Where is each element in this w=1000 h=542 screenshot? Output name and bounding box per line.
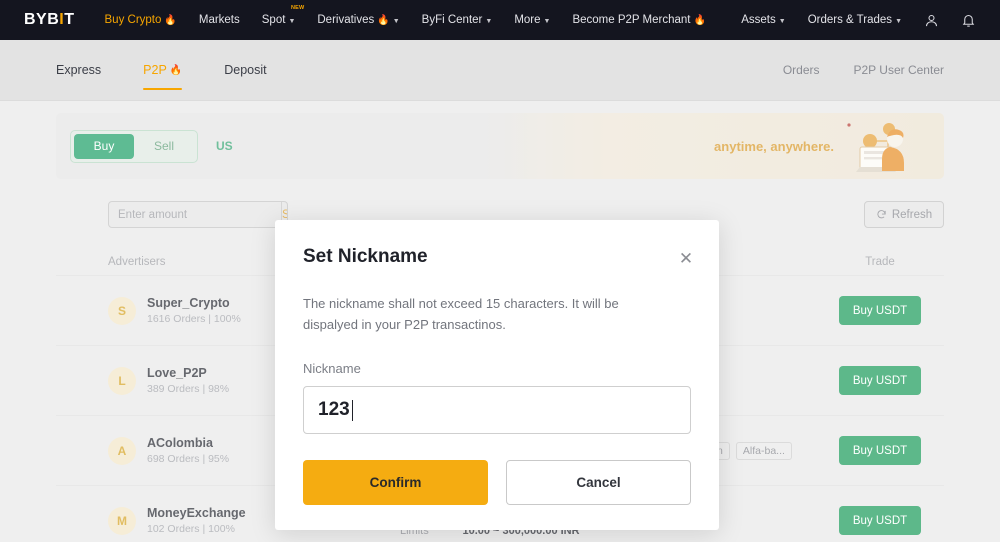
- nav-item-assets[interactable]: Assets ▼: [741, 14, 785, 26]
- nav-item-label: Orders & Trades: [807, 14, 893, 26]
- dialog-description: The nickname shall not exceed 15 charact…: [303, 296, 619, 332]
- nav-item-label: Become P2P Merchant: [572, 14, 691, 26]
- close-icon[interactable]: ✕: [677, 250, 695, 268]
- subnav-link-p2p-user-center[interactable]: P2P User Center: [854, 63, 945, 77]
- nav-item-label: Spot: [261, 14, 286, 26]
- sub-navigation-bar: Express P2P 🔥 Deposit Orders P2P User Center: [0, 40, 1000, 101]
- chevron-down-icon: ▼: [778, 17, 786, 25]
- user-icon[interactable]: [924, 13, 939, 28]
- nickname-input[interactable]: 123: [303, 386, 691, 435]
- subnav-item-label: Express: [56, 63, 102, 77]
- chevron-down-icon: ▼: [392, 17, 400, 25]
- nav-item-more[interactable]: More ▼: [514, 14, 550, 26]
- subnav-link-orders[interactable]: Orders: [783, 63, 820, 77]
- chevron-down-icon: ▼: [288, 17, 296, 25]
- page-root: BYB I T Buy Crypto 🔥 Markets Spot ▼ NEW Derivati…: [0, 0, 1000, 542]
- nav-item-byfi-center[interactable]: ByFi Center ▼: [422, 14, 493, 26]
- dialog-actions: Confirm Cancel: [303, 460, 691, 506]
- cancel-button[interactable]: Cancel: [505, 460, 691, 506]
- sub-nav-items: Express P2P 🔥 Deposit: [56, 40, 267, 100]
- nav-item-label: ByFi Center: [421, 14, 483, 26]
- top-nav-items: Buy Crypto 🔥 Markets Spot ▼ NEW Derivatives 🔥 ▼ B…: [105, 5, 706, 26]
- nav-item-label: Assets: [741, 14, 776, 26]
- nav-item-spot[interactable]: Spot ▼ NEW: [261, 5, 304, 26]
- new-badge: NEW: [290, 5, 305, 11]
- flame-icon: 🔥: [169, 64, 183, 76]
- set-nickname-dialog: Set Nickname ✕ The nickname shall not ex…: [275, 220, 719, 530]
- bybit-logo[interactable]: BYB I T: [24, 11, 75, 29]
- nickname-label: Nickname: [303, 361, 361, 377]
- flame-icon: 🔥: [693, 14, 706, 26]
- dialog-title: Set Nickname: [303, 246, 428, 267]
- subnav-item-label: Deposit: [224, 63, 267, 77]
- subnav-item-p2p[interactable]: P2P 🔥: [143, 40, 183, 100]
- subnav-item-label: P2P: [143, 63, 167, 77]
- confirm-button[interactable]: Confirm: [303, 460, 488, 506]
- page-content: Buy Sell US anytime, anywhere. Enter amo…: [0, 101, 1000, 542]
- chevron-down-icon: ▼: [485, 17, 493, 25]
- logo-text-tail: T: [64, 11, 75, 28]
- bell-icon[interactable]: [961, 13, 976, 28]
- nav-item-derivatives[interactable]: Derivatives 🔥 ▼: [317, 14, 399, 26]
- top-navigation-bar: BYB I T Buy Crypto 🔥 Markets Spot ▼ NEW Derivati…: [0, 0, 1000, 40]
- chevron-down-icon: ▼: [543, 17, 551, 25]
- nav-item-buy-crypto[interactable]: Buy Crypto 🔥: [105, 14, 177, 26]
- nav-item-label: Buy Crypto: [104, 14, 162, 26]
- nav-item-label: More: [514, 14, 541, 26]
- nav-item-markets[interactable]: Markets: [199, 14, 240, 26]
- nav-item-orders-trades[interactable]: Orders & Trades ▼: [808, 14, 902, 26]
- top-nav-right: Assets ▼ Orders & Trades ▼: [741, 13, 976, 28]
- chevron-down-icon: ▼: [895, 17, 902, 25]
- logo-text-main: BYB: [24, 11, 60, 28]
- sub-nav-right-links: Orders P2P User Center: [783, 63, 944, 77]
- nav-item-label: Derivatives: [317, 14, 375, 26]
- nav-item-become-p2p-merchant[interactable]: Become P2P Merchant 🔥: [572, 14, 706, 26]
- nav-item-label: Markets: [198, 14, 240, 26]
- flame-icon: 🔥: [377, 14, 390, 26]
- subnav-item-express[interactable]: Express: [56, 40, 101, 100]
- subnav-item-deposit[interactable]: Deposit: [224, 40, 266, 100]
- top-nav-right-items: Assets ▼ Orders & Trades ▼: [741, 14, 902, 26]
- flame-icon: 🔥: [164, 14, 177, 26]
- text-cursor: [351, 399, 354, 421]
- nickname-value: 123: [318, 399, 350, 421]
